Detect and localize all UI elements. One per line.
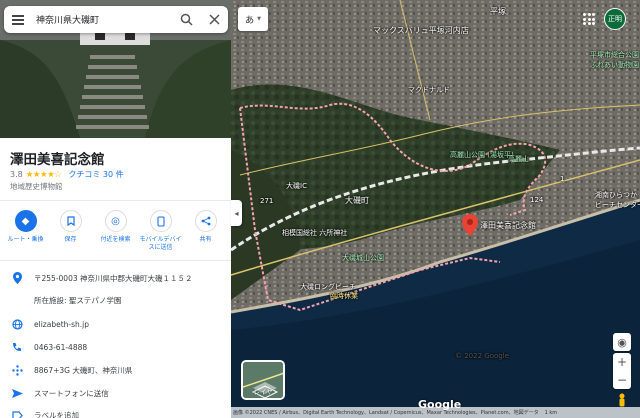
chevron-down-icon: ▼ <box>257 16 261 22</box>
my-location-icon: ◉ <box>617 335 627 349</box>
collapse-panel-button[interactable]: ◂ <box>231 200 242 226</box>
rating-stars: ★★★★☆ <box>25 169 62 180</box>
map-label-shonan[interactable]: 湘南ひらつか <box>595 190 637 200</box>
label-icon <box>0 410 34 418</box>
layers-button[interactable]: レイヤ <box>241 360 285 400</box>
map-label-maxvalu[interactable]: マックスバリュ平塚河内店 <box>373 25 469 36</box>
map-label-sagami[interactable]: 相模国総社 六所神社 <box>282 228 347 238</box>
address-row[interactable]: 〒255-0003 神奈川県中郡大磯町大磯１１５２ <box>0 267 231 289</box>
zoom-control: + − <box>613 353 631 389</box>
language-label: あ <box>245 15 255 26</box>
location-pin-icon <box>0 272 34 284</box>
send-to-phone-icon <box>149 210 172 232</box>
zoom-in-button[interactable]: + <box>613 353 631 371</box>
search-box[interactable]: 神奈川県大磯町 <box>4 6 228 33</box>
divider <box>0 200 231 201</box>
plus-code-row[interactable]: 8867+3G 大磯町、神奈川県 <box>0 359 231 381</box>
map-label-shonan2[interactable]: ビーチセンター <box>595 200 640 210</box>
rating-value: 3.8 <box>10 170 23 179</box>
map-label-oiso-closed: 臨時休業 <box>330 292 358 300</box>
road-badge-124: 124 <box>530 196 544 204</box>
layers-label: レイヤ <box>253 388 273 396</box>
apps-grid-icon[interactable] <box>583 13 595 25</box>
directions-icon: ◆ <box>14 210 37 232</box>
map-label-oiso-town: 大磯町 <box>345 196 369 205</box>
avatar[interactable]: 正明 <box>604 8 626 30</box>
send-to-phone-button[interactable]: モバイルデバイスに送信 <box>139 210 183 258</box>
map-label-zoo[interactable]: 平塚市総合公園 <box>590 50 639 60</box>
action-label: モバイルデバイスに送信 <box>139 236 182 251</box>
action-bar: ◆ ルート・乗換 保存 ◎ 付近を検索 モバイルデバイスに送信 共有 <box>0 210 231 258</box>
search-input[interactable]: 神奈川県大磯町 <box>32 13 172 26</box>
globe-icon <box>0 318 34 330</box>
place-title: 澤田美喜記念館 <box>10 152 105 168</box>
bookmark-icon <box>59 210 82 232</box>
road-badge-1: 1 <box>560 175 565 183</box>
close-icon[interactable] <box>200 6 228 33</box>
send-phone-text: スマートフォンに送信 <box>34 388 109 398</box>
phone-row[interactable]: 0463-61-4888 <box>0 336 231 358</box>
search-icon[interactable] <box>172 6 200 33</box>
zoom-out-button[interactable]: − <box>613 371 631 389</box>
add-label-text: ラベルを追加 <box>34 410 79 418</box>
map-label-oiso-ic: 大磯IC <box>286 182 307 190</box>
located-in-row[interactable]: 所在施設: 聖ステパノ学園 <box>0 289 231 311</box>
website-row[interactable]: elizabeth-sh.jp <box>0 313 231 335</box>
plus-code-icon <box>0 364 34 376</box>
action-label: 保存 <box>64 236 77 243</box>
action-label: 付近を検索 <box>100 236 131 243</box>
phone-text: 0463-61-4888 <box>34 342 88 352</box>
scale-label[interactable]: 1 km <box>545 410 558 416</box>
map-label-zoo2[interactable]: ふれあい動物園 <box>590 60 639 70</box>
attribution-bar: 画像 ©2022 CNES / Airbus、Digital Earth Tec… <box>231 407 640 418</box>
my-location-button[interactable]: ◉ <box>613 333 631 351</box>
action-label: ルート・乗換 <box>7 236 44 243</box>
attribution-text[interactable]: 画像 ©2022 CNES / Airbus、Digital Earth Tec… <box>233 409 539 416</box>
road-badge-271: 271 <box>260 197 274 205</box>
divider <box>0 260 231 261</box>
chevron-left-icon: ◂ <box>234 208 239 218</box>
map-watermark: © 2022 Google <box>455 352 509 360</box>
nearby-button[interactable]: ◎ 付近を検索 <box>94 210 138 258</box>
plus-code-text: 8867+3G 大磯町、神奈川県 <box>34 365 133 375</box>
maps-app: マックスバリュ平塚河内店 平塚 マクドナルド 平塚市総合公園 ふれあい動物園 高… <box>0 0 640 418</box>
menu-icon[interactable] <box>4 6 32 33</box>
address-text: 〒255-0003 神奈川県中郡大磯町大磯１１５２ <box>34 273 193 283</box>
place-category[interactable]: 地域歴史博物館 <box>10 181 63 192</box>
pegman-icon[interactable] <box>616 393 628 407</box>
send-phone-icon <box>0 388 34 398</box>
reviews-link[interactable]: クチコミ 30 件 <box>68 169 123 180</box>
action-label: 共有 <box>199 236 212 243</box>
map-label-koma-park[interactable]: 高麗山公園 (湯坂平) <box>450 150 514 160</box>
rating-row: 3.8 ★★★★☆ クチコミ 30 件 <box>10 169 124 180</box>
save-button[interactable]: 保存 <box>49 210 93 258</box>
located-in-text: 所在施設: 聖ステパノ学園 <box>34 295 122 305</box>
place-pin-icon[interactable] <box>462 214 478 236</box>
pin-label[interactable]: 澤田美喜記念館 <box>480 220 536 231</box>
map-label-hiratsuka: 平塚 <box>490 7 506 16</box>
share-button[interactable]: 共有 <box>184 210 228 258</box>
nearby-icon: ◎ <box>104 210 127 232</box>
map-label-mcd[interactable]: マクドナルド <box>408 85 450 95</box>
share-icon <box>194 210 217 232</box>
website-text: elizabeth-sh.jp <box>34 319 89 329</box>
send-phone-row[interactable]: スマートフォンに送信 <box>0 382 231 404</box>
add-label-row[interactable]: ラベルを追加 <box>0 404 231 418</box>
map-label-koma[interactable]: 高麗山 <box>508 154 529 164</box>
map-label-oiso-castle[interactable]: 大磯城山公園 <box>342 253 384 263</box>
directions-button[interactable]: ◆ ルート・乗換 <box>4 210 48 258</box>
phone-icon <box>0 342 34 352</box>
place-panel: 澤田美喜記念館 3.8 ★★★★☆ クチコミ 30 件 地域歴史博物館 ◆ ルー… <box>0 0 231 418</box>
language-button[interactable]: あ ▼ <box>238 7 268 31</box>
